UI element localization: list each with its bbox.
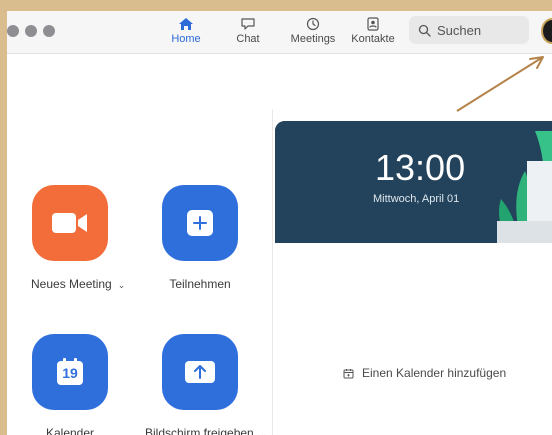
plus-icon bbox=[187, 210, 213, 236]
clock-date: Mittwoch, April 01 bbox=[373, 193, 460, 205]
calendar-day-number: 19 bbox=[62, 365, 78, 381]
app-window: Home Chat Meetings Kontakte Suchen Neues… bbox=[7, 11, 552, 435]
join-label: Teilnehmen bbox=[169, 277, 231, 291]
calendar-label: Kalender bbox=[45, 426, 95, 435]
share-screen-button[interactable] bbox=[162, 334, 238, 410]
chevron-down-icon[interactable]: ⌄ bbox=[118, 280, 126, 290]
clock-time: 13:00 bbox=[375, 147, 466, 188]
add-calendar-button[interactable]: Einen Kalender hinzufügen bbox=[343, 366, 506, 380]
chevron-down-icon[interactable]: ⌄ bbox=[260, 429, 268, 435]
calendar-add-icon bbox=[343, 368, 354, 378]
share-screen-icon bbox=[185, 361, 215, 383]
video-camera-icon bbox=[52, 213, 87, 233]
join-button[interactable] bbox=[162, 185, 238, 261]
share-screen-label[interactable]: Bildschirm freigeben ⌄ bbox=[145, 426, 267, 435]
add-calendar-label: Einen Kalender hinzufügen bbox=[362, 366, 507, 380]
clock-card: 13:00 Mittwoch, April 01 bbox=[275, 121, 552, 243]
panel-divider bbox=[272, 109, 273, 435]
new-meeting-label[interactable]: Neues Meeting ⌄ bbox=[31, 277, 125, 291]
calendar-button[interactable]: 19 bbox=[32, 334, 108, 410]
new-meeting-button[interactable] bbox=[32, 185, 108, 261]
annotation-arrow-icon bbox=[456, 56, 544, 112]
